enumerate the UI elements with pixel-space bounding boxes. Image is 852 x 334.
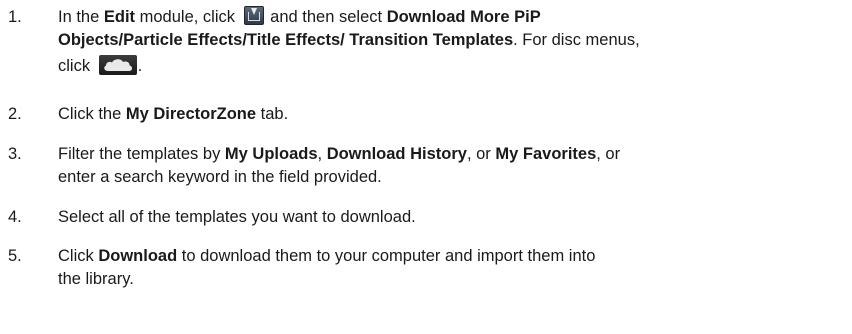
- edit-module-label: Edit: [103, 8, 136, 26]
- step-text: Click Download to download them to your …: [58, 247, 596, 288]
- step-text: Click the My DirectorZone tab.: [58, 105, 289, 123]
- step-number: 4.: [8, 208, 22, 226]
- step-4: 4. Select all of the templates you want …: [0, 206, 852, 229]
- step-number: 5.: [8, 247, 22, 265]
- step-text: Select all of the templates you want to …: [58, 208, 416, 226]
- download-templates-icon: [243, 6, 264, 25]
- step-1: 1. In the Edit module, click and then se…: [0, 6, 852, 96]
- step-number: 2.: [8, 105, 22, 123]
- step-text: In the Edit module, click and then selec…: [58, 6, 640, 75]
- my-directorzone-tab-label: My DirectorZone: [125, 105, 257, 123]
- step-3: 3. Filter the templates by My Uploads, D…: [0, 143, 852, 189]
- cloud-icon: [98, 55, 137, 75]
- step-number: 3.: [8, 145, 22, 163]
- step-text: Filter the templates by My Uploads, Down…: [58, 145, 621, 186]
- step-5: 5. Click Download to download them to yo…: [0, 245, 852, 291]
- step-2: 2. Click the My DirectorZone tab.: [0, 103, 852, 126]
- download-button-label: Download: [98, 247, 178, 265]
- step-number: 1.: [8, 8, 22, 26]
